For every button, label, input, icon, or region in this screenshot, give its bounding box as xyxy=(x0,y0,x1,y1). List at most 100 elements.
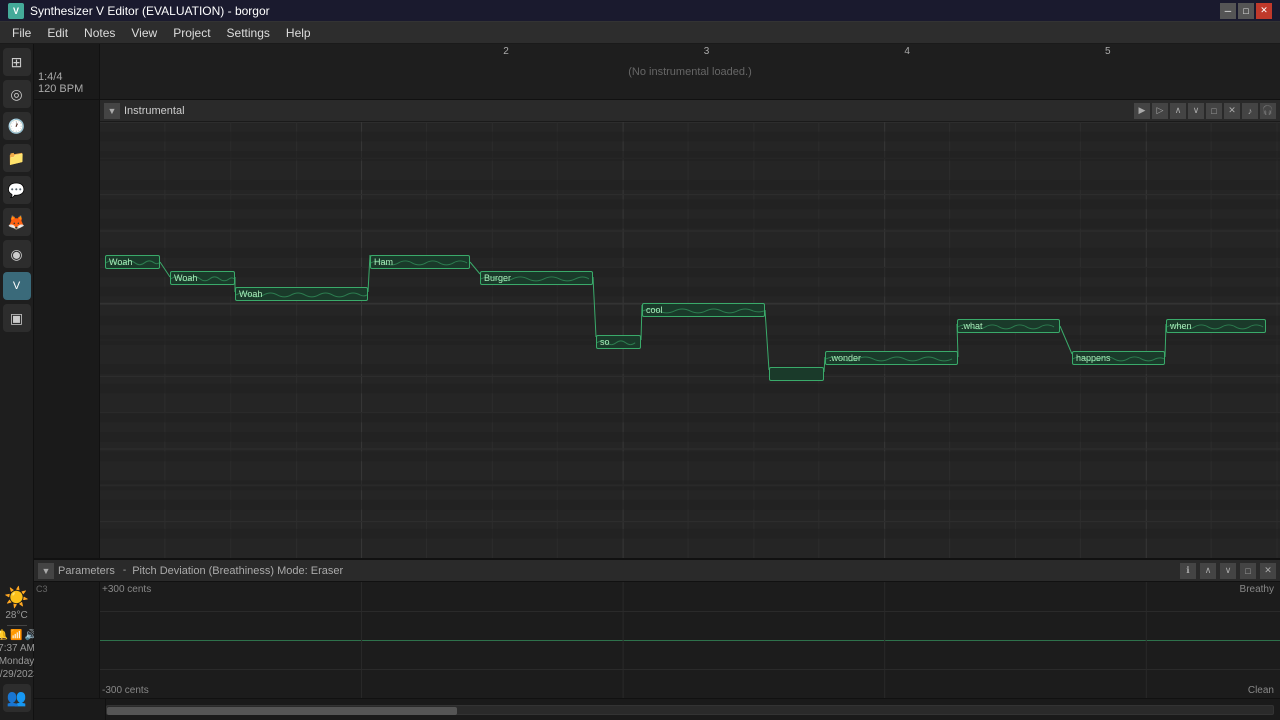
params-mode-text: Pitch Deviation (Breathiness) Mode: Eras… xyxy=(132,565,343,577)
maximize-button[interactable]: □ xyxy=(1238,3,1254,19)
sidebar-icon-users[interactable]: 👥 xyxy=(3,684,31,712)
note-ham[interactable]: Ham xyxy=(370,255,470,269)
menu-notes[interactable]: Notes xyxy=(76,24,123,42)
sidebar-icon-chat[interactable]: 💬 xyxy=(3,176,31,204)
track-name: Instrumental xyxy=(124,105,1130,117)
window-controls: ─ □ ✕ xyxy=(1220,3,1272,19)
time-signature: 1:4/4 xyxy=(38,71,95,83)
menu-project[interactable]: Project xyxy=(165,24,218,42)
params-down-button[interactable]: ∨ xyxy=(1220,563,1236,579)
menu-file[interactable]: File xyxy=(4,24,39,42)
bpm-display: 120 BPM xyxy=(38,83,95,95)
sidebar-icon-browser[interactable]: ◎ xyxy=(3,80,31,108)
no-instrumental-message: (No instrumental loaded.) xyxy=(628,66,752,78)
notes-button[interactable]: ♪ xyxy=(1242,103,1258,119)
voice-button[interactable]: 🎧 xyxy=(1260,103,1276,119)
temperature: 28°C xyxy=(4,610,29,621)
horizontal-scrollbar[interactable] xyxy=(106,705,1274,715)
track-controls: ▶ ▷ ∧ ∨ □ ✕ ♪ 🎧 xyxy=(1134,103,1276,119)
sidebar-bottom: ☀️ 28°C 🔔 📶 🔊 7:37 AM Monday 5/29/2023 👥 xyxy=(0,585,39,716)
params-bottom-right: Clean xyxy=(1248,685,1274,696)
params-grid-2 xyxy=(100,669,1280,670)
scrollbar-thumb[interactable] xyxy=(107,707,457,715)
ruler-mark-4: 4 xyxy=(902,44,912,59)
note-so[interactable]: so xyxy=(596,335,641,349)
system-tray: 🔔 📶 🔊 7:37 AM Monday 5/29/2023 xyxy=(0,630,39,680)
weather-widget: ☀️ 28°C xyxy=(4,585,29,621)
note-woah-1[interactable]: Woah xyxy=(105,255,160,269)
params-collapse-button[interactable]: ▼ xyxy=(38,563,54,579)
params-top-value: +300 cents xyxy=(102,584,151,595)
menu-help[interactable]: Help xyxy=(278,24,319,42)
date-display: 5/29/2023 xyxy=(0,669,39,680)
sidebar-icon-color[interactable]: ◉ xyxy=(3,240,31,268)
play-button[interactable]: ▶ xyxy=(1134,103,1150,119)
sidebar-icon-windows[interactable]: ⊞ xyxy=(3,48,31,76)
day-display: Monday xyxy=(0,656,34,667)
main-layout: ⊞ ◎ 🕐 📁 💬 🦊 ◉ V ▣ ☀️ 28°C 🔔 📶 🔊 7:37 AM … xyxy=(0,44,1280,720)
menubar: File Edit Notes View Project Settings He… xyxy=(0,22,1280,44)
params-top-right: Breathy xyxy=(1240,584,1274,595)
params-label: Parameters xyxy=(58,565,115,577)
note-wonder[interactable]: .wonder xyxy=(825,351,958,365)
sidebar-icon-synth[interactable]: V xyxy=(3,272,31,300)
close-button[interactable]: ✕ xyxy=(1256,3,1272,19)
params-note-c3: C3 xyxy=(36,584,48,594)
sidebar-icon-folder[interactable]: 📁 xyxy=(3,144,31,172)
titlebar: V Synthesizer V Editor (EVALUATION) - bo… xyxy=(0,0,1280,22)
note-woah-2[interactable]: Woah xyxy=(170,271,235,285)
note-happens[interactable]: happens xyxy=(1072,351,1165,365)
params-content[interactable]: +300 cents -300 cents Breathy Clean xyxy=(100,582,1280,698)
params-grid-1 xyxy=(100,611,1280,612)
grid-svg: // Generate rows xyxy=(100,122,1280,558)
piano-roll: C6 C5 C4 xyxy=(34,100,100,558)
expand-button[interactable]: □ xyxy=(1206,103,1222,119)
params-piano-strip: C3 xyxy=(34,582,100,698)
note-when[interactable]: when xyxy=(1166,319,1266,333)
menu-edit[interactable]: Edit xyxy=(39,24,76,42)
params-up-button[interactable]: ∧ xyxy=(1200,563,1216,579)
params-mode: - xyxy=(123,565,126,576)
params-expand-button[interactable]: □ xyxy=(1240,563,1256,579)
parameters-header: ▼ Parameters - Pitch Deviation (Breathin… xyxy=(34,560,1280,582)
note-woah-3[interactable]: Woah xyxy=(235,287,368,301)
params-body: C3 +300 cents -300 cents Breathy Clean xyxy=(34,582,1280,698)
note-burger[interactable]: Burger xyxy=(480,271,593,285)
content-area: 1:4/4 120 BPM 2 3 4 5 (No instrumental l… xyxy=(34,44,1280,720)
weather-icon: ☀️ xyxy=(4,585,29,610)
transport-header: 1:4/4 120 BPM 2 3 4 5 (No instrumental l… xyxy=(34,44,1280,100)
track-header: ▼ Instrumental ▶ ▷ ∧ ∨ □ ✕ ♪ 🎧 xyxy=(100,100,1280,122)
tray-icons: 🔔 📶 🔊 xyxy=(0,630,37,641)
params-center-line xyxy=(100,640,1280,641)
collapse-button[interactable]: ▼ xyxy=(104,103,120,119)
note-editor[interactable]: ▼ Instrumental ▶ ▷ ∧ ∨ □ ✕ ♪ 🎧 xyxy=(100,100,1280,558)
note-cool[interactable]: cool xyxy=(642,303,765,317)
ruler-mark-3: 3 xyxy=(702,44,712,59)
params-close-button[interactable]: ✕ xyxy=(1260,563,1276,579)
editor-region: C6 C5 C4 xyxy=(34,100,1280,558)
piano-header: 1:4/4 120 BPM xyxy=(34,44,100,99)
editor-outer: C6 C5 C4 xyxy=(34,100,1280,720)
params-info-button[interactable]: ℹ xyxy=(1180,563,1196,579)
menu-settings[interactable]: Settings xyxy=(219,24,278,42)
note-what[interactable]: .what xyxy=(957,319,1060,333)
sidebar-icon-clock[interactable]: 🕐 xyxy=(3,112,31,140)
window-title: Synthesizer V Editor (EVALUATION) - borg… xyxy=(30,4,1220,18)
menu-view[interactable]: View xyxy=(123,24,165,42)
play-alt-button[interactable]: ▷ xyxy=(1152,103,1168,119)
minimize-button[interactable]: ─ xyxy=(1220,3,1236,19)
sidebar-icon-firefox[interactable]: 🦊 xyxy=(3,208,31,236)
ruler-mark-5: 5 xyxy=(1103,44,1113,59)
grid-container: // Generate rows xyxy=(100,122,1280,558)
params-bottom-value: -300 cents xyxy=(102,685,149,696)
parameters-panel: ▼ Parameters - Pitch Deviation (Breathin… xyxy=(34,558,1280,698)
note-empty[interactable] xyxy=(769,367,824,381)
close-track-button[interactable]: ✕ xyxy=(1224,103,1240,119)
app-icon: V xyxy=(8,3,24,19)
ruler-mark-2: 2 xyxy=(501,44,511,59)
up-button[interactable]: ∧ xyxy=(1170,103,1186,119)
sidebar-icon-app[interactable]: ▣ xyxy=(3,304,31,332)
ruler-area: 2 3 4 5 (No instrumental loaded.) xyxy=(100,44,1280,99)
down-button[interactable]: ∨ xyxy=(1188,103,1204,119)
statusbar xyxy=(34,698,1280,720)
